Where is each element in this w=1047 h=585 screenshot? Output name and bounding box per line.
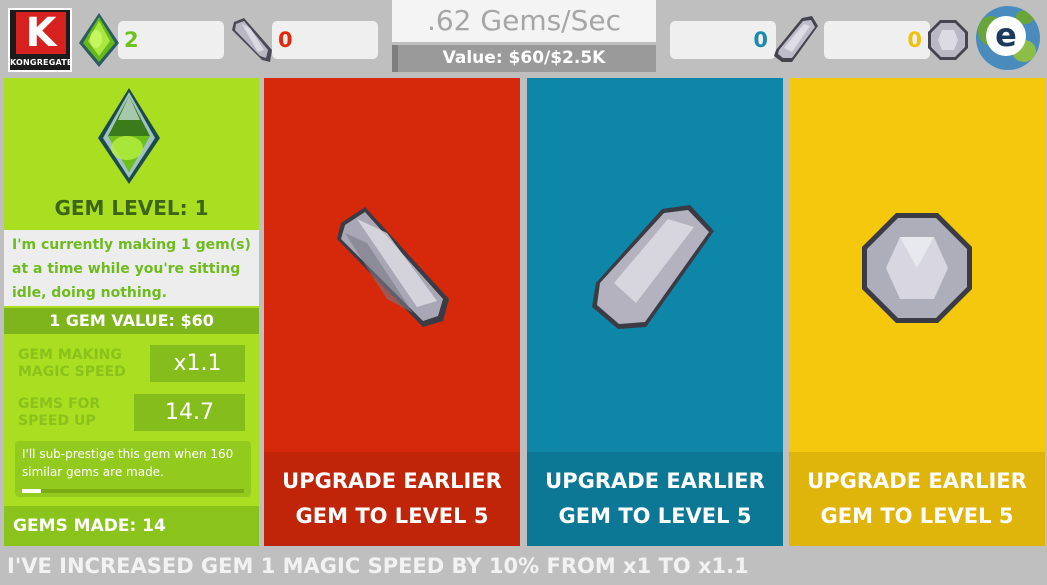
kongregate-logo[interactable]: K KONGREGATE	[8, 8, 72, 72]
speedup-label: GEMS FOR SPEED UP	[18, 396, 101, 429]
red-upgrade-button[interactable]: UPGRADE EARLIER GEM TO LEVEL 5	[264, 452, 520, 546]
sub-prestige-text: I'll sub-prestige this gem when 160 simi…	[22, 447, 234, 479]
speed-value: x1.1	[150, 345, 245, 382]
blue-gem-column[interactable]: UPGRADE EARLIER GEM TO LEVEL 5	[527, 78, 783, 546]
blue-upgrade-line1: UPGRADE EARLIER	[545, 469, 765, 493]
yellow-upgrade-button[interactable]: UPGRADE EARLIER GEM TO LEVEL 5	[789, 452, 1045, 546]
sub-prestige-note: I'll sub-prestige this gem when 160 simi…	[15, 441, 251, 497]
value-progress-fill	[392, 45, 399, 72]
red-gem-counter: 0	[272, 21, 378, 59]
logo-text: KONGREGATE	[10, 58, 72, 67]
red-gem-column[interactable]: UPGRADE EARLIER GEM TO LEVEL 5	[264, 78, 520, 546]
gem-level-icon	[98, 88, 160, 184]
sub-prestige-progress	[22, 489, 244, 493]
blue-upgrade-line2: GEM TO LEVEL 5	[558, 504, 752, 528]
blue-upgrade-button[interactable]: UPGRADE EARLIER GEM TO LEVEL 5	[527, 452, 783, 546]
globe-letter: e	[986, 16, 1026, 56]
globe-icon[interactable]: e	[976, 6, 1040, 70]
sub-prestige-progress-fill	[22, 489, 42, 493]
green-gem-counter: 2	[118, 21, 224, 59]
gem-info-panel: GEM LEVEL: 1 I'm currently making 1 gem(…	[4, 78, 259, 546]
gem-description: I'm currently making 1 gem(s) at a time …	[4, 230, 259, 306]
gem-level-label: GEM LEVEL: 1	[54, 196, 209, 220]
red-gem-icon	[232, 18, 272, 62]
yellow-upgrade-line1: UPGRADE EARLIER	[807, 469, 1027, 493]
yellow-gem-column[interactable]: UPGRADE EARLIER GEM TO LEVEL 5	[789, 78, 1045, 546]
blue-gem-icon	[774, 16, 818, 62]
value-progress-bar: Value: $60/$2.5K	[392, 45, 656, 72]
green-gem-icon	[79, 13, 119, 67]
speedup-value: 14.7	[134, 394, 245, 431]
yellow-gem-large-icon	[862, 213, 972, 323]
gem-value-label: 1 GEM VALUE: $60	[4, 308, 259, 334]
green-gem-count: 2	[124, 28, 139, 52]
blue-gem-large-icon	[592, 205, 714, 329]
status-message: I'VE INCREASED GEM 1 MAGIC SPEED BY 10% …	[7, 554, 749, 578]
red-gem-count: 0	[278, 28, 293, 52]
red-upgrade-line1: UPGRADE EARLIER	[282, 469, 502, 493]
speed-label: GEM MAKING MAGIC SPEED	[18, 347, 126, 380]
blue-gem-counter: 0	[670, 21, 776, 59]
gems-per-second: .62 Gems/Sec	[392, 0, 656, 42]
red-gem-large-icon	[337, 207, 449, 327]
value-label: Value: $60/$2.5K	[442, 48, 606, 68]
yellow-upgrade-line2: GEM TO LEVEL 5	[820, 504, 1014, 528]
red-upgrade-line2: GEM TO LEVEL 5	[295, 504, 489, 528]
yellow-gem-icon	[928, 20, 968, 60]
logo-letter: K	[16, 12, 66, 54]
gems-made-label: GEMS MADE: 14	[4, 506, 259, 546]
yellow-gem-counter: 0	[824, 21, 930, 59]
blue-gem-count: 0	[753, 28, 768, 52]
yellow-gem-count: 0	[907, 28, 922, 52]
